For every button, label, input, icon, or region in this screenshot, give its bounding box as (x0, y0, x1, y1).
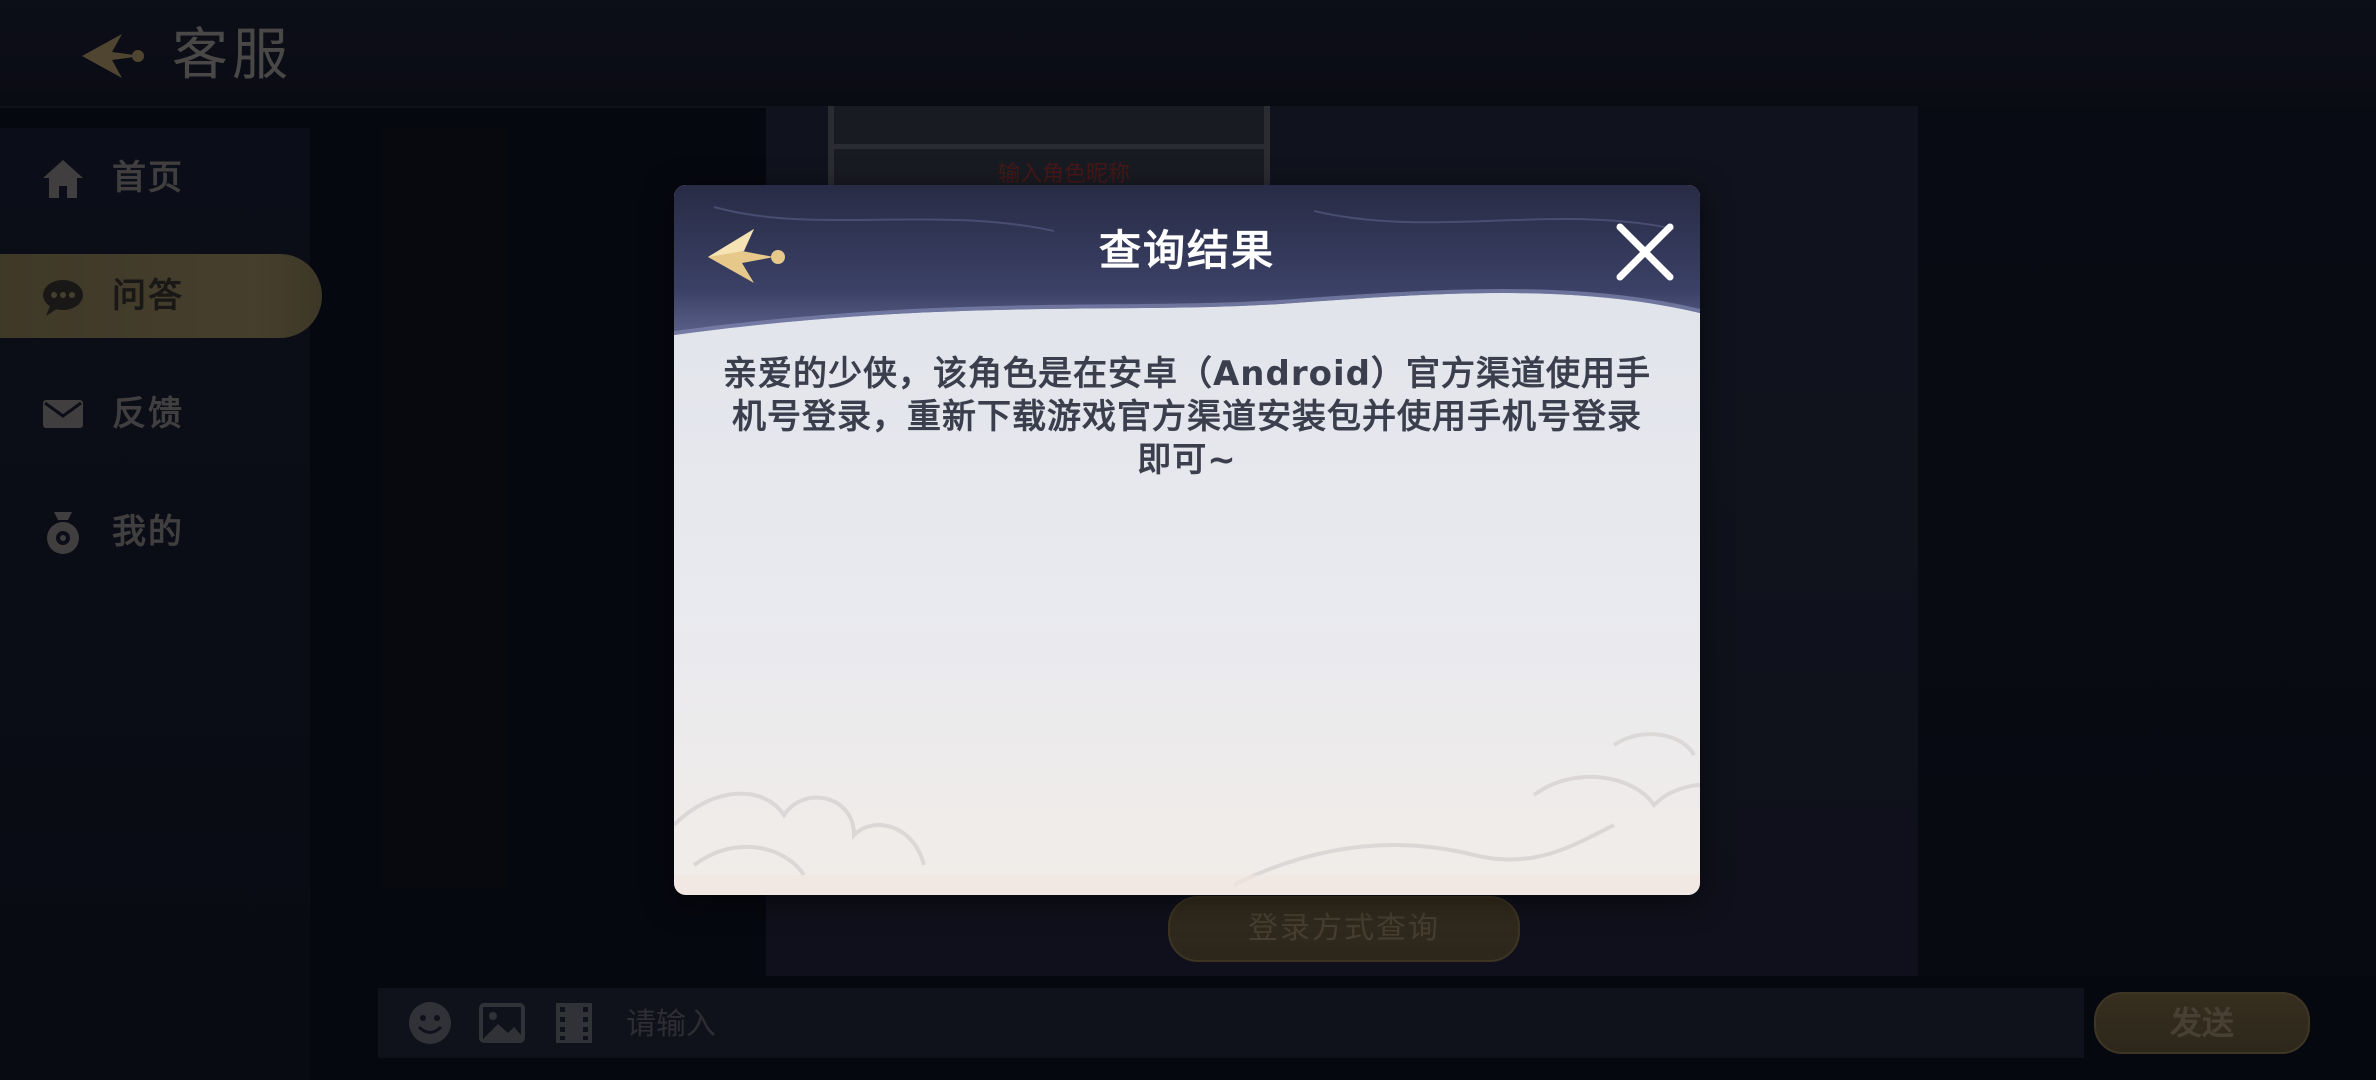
dialog-message: 亲爱的少侠，该角色是在安卓（Android）官方渠道使用手 机号登录，重新下载游… (694, 353, 1680, 482)
dialog-title: 查询结果 (1098, 226, 1275, 275)
close-icon[interactable] (1614, 221, 1676, 283)
message-line: 机号登录，重新下载游戏官方渠道安装包并使用手机号登录 (732, 397, 1642, 437)
query-result-dialog: 查询结果 亲爱的少侠，该角色是在安卓（Android）官方渠道使用手 机号登录，… (674, 185, 1700, 895)
message-line: 即可~ (1137, 440, 1237, 480)
message-line: 亲爱的少侠，该角色是在安卓（Android）官方渠道使用手 (723, 354, 1651, 394)
cloud-pattern-decoration (674, 732, 1700, 895)
